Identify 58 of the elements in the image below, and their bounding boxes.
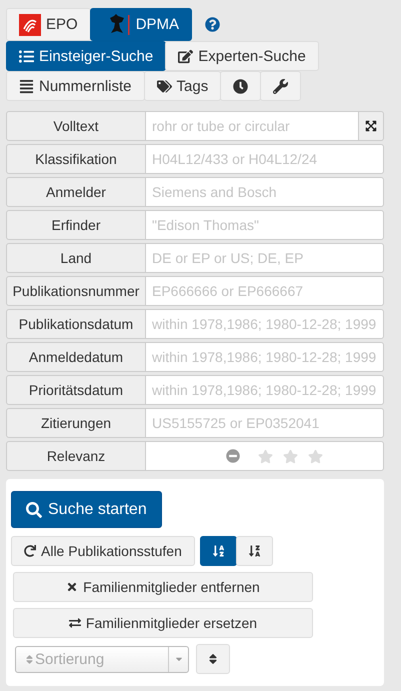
input-field[interactable]: within 1978,1986; 1980-12-28; 1999 (146, 375, 384, 405)
expand-button[interactable] (359, 111, 384, 141)
input-field[interactable]: H04L12/433 or H04L12/24 (146, 144, 384, 174)
search-icon (26, 502, 42, 518)
search-button[interactable]: Suche starten (11, 491, 162, 528)
exchange-icon (68, 617, 81, 629)
mode-tab[interactable]: Experten-Suche (165, 41, 319, 71)
star-icon[interactable] (258, 448, 273, 464)
input-field[interactable]: rohr or tube or circular (146, 111, 359, 141)
replace-family-button[interactable]: Familienmitglieder ersetzen (13, 608, 313, 638)
sort-icon (209, 652, 217, 666)
input-field[interactable]: "Edison Thomas" (146, 210, 384, 240)
mode-tab[interactable]: Einsteiger-Suche (6, 41, 166, 71)
toolbar-button[interactable] (220, 71, 262, 101)
close-icon (66, 581, 78, 593)
star-icon[interactable] (283, 448, 298, 464)
sort-button[interactable] (196, 644, 230, 674)
list-icon (19, 78, 34, 94)
sort-descending-icon (248, 544, 260, 558)
help-icon[interactable] (205, 17, 220, 32)
input-field[interactable]: DE or EP or US; DE, EP (146, 243, 384, 273)
field-label: Zitierungen (6, 408, 146, 438)
star-icon[interactable] (308, 448, 323, 464)
toolbar-button[interactable] (260, 71, 302, 101)
toolbar-button[interactable]: Nummernliste (6, 71, 145, 101)
epo-logo-icon (19, 14, 41, 36)
field-label: Anmeldedatum (6, 342, 146, 372)
field-label: Land (6, 243, 146, 273)
expand-icon (365, 120, 377, 132)
publication-stages-button[interactable]: Alle Publikationsstufen (11, 536, 195, 566)
tags-icon (156, 78, 172, 94)
reload-icon (24, 545, 36, 557)
clock-icon (233, 78, 248, 94)
input-field[interactable]: EP666666 or EP666667 (146, 276, 384, 306)
sort-order-button[interactable] (200, 536, 237, 566)
office-tab[interactable]: DPMA (90, 8, 192, 41)
field-label: Publikationsnummer (6, 276, 146, 306)
field-label: Prioritätsdatum (6, 375, 146, 405)
sort-ascending-icon (212, 544, 224, 558)
list-icon (19, 48, 34, 64)
remove-family-button[interactable]: Familienmitglieder entfernen (13, 572, 313, 602)
input-field[interactable]: within 1978,1986; 1980-12-28; 1999 (146, 309, 384, 339)
field-label: Klassifikation (6, 144, 146, 174)
sort-icon (24, 654, 35, 664)
wrench-icon (273, 78, 288, 94)
field-label: Erfinder (6, 210, 146, 240)
field-label: Publikationsdatum (6, 309, 146, 339)
input-field[interactable]: within 1978,1986; 1980-12-28; 1999 (146, 342, 384, 372)
office-tab[interactable]: EPO (6, 8, 91, 41)
input-field[interactable]: Siemens and Bosch (146, 177, 384, 207)
input-field[interactable]: US5155725 or EP0352041 (146, 408, 384, 438)
clear-icon[interactable] (226, 449, 240, 463)
select-placeholder: Sortierung (35, 650, 104, 668)
toolbar-button[interactable]: Tags (144, 71, 222, 101)
field-label: Anmelder (6, 177, 146, 207)
field-label: Relevanz (6, 441, 146, 471)
field-label: Volltext (6, 111, 146, 141)
edit-icon (178, 48, 194, 64)
